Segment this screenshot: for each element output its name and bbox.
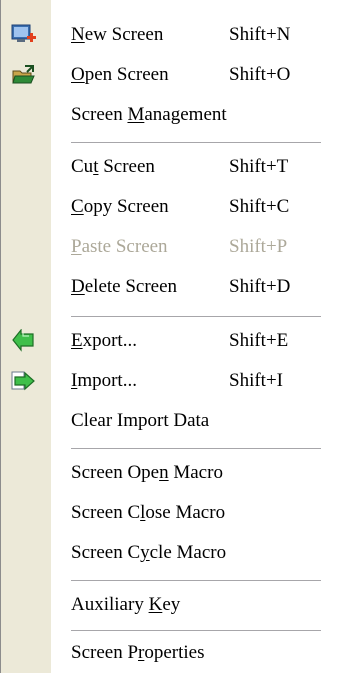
menu-separator <box>71 142 321 143</box>
menu-item-screen-close-macro[interactable]: Screen Close Macro <box>1 494 338 534</box>
menu-item-open-screen[interactable]: Open Screen Shift+O <box>1 56 338 96</box>
import-icon <box>11 371 35 391</box>
menu-item-shortcut: Shift+D <box>229 276 291 297</box>
menu-item-label: Import... <box>71 370 137 391</box>
menu-item-screen-cycle-macro[interactable]: Screen Cycle Macro <box>1 534 338 574</box>
menu-item-label: Delete Screen <box>71 276 178 297</box>
menu-item-export[interactable]: Export... Shift+E <box>1 322 338 362</box>
menu-item-screen-management[interactable]: Screen Management <box>1 96 338 136</box>
menu-item-shortcut: Shift+C <box>229 196 290 217</box>
menu-item-new-screen[interactable]: New Screen Shift+N <box>1 16 338 56</box>
menu-item-paste-screen: Paste Screen Shift+P <box>1 228 338 268</box>
menu-item-shortcut: Shift+N <box>229 24 291 45</box>
menu-item-delete-screen[interactable]: Delete Screen Shift+D <box>1 268 338 308</box>
open-screen-icon <box>12 65 35 84</box>
menu-item-shortcut: Shift+I <box>229 370 283 391</box>
menu-item-label: Screen Properties <box>71 642 205 663</box>
export-icon <box>12 329 34 352</box>
menu-item-label: Export... <box>71 330 137 351</box>
menu-item-label: New Screen <box>71 24 164 45</box>
menu-item-label: Screen Close Macro <box>71 502 226 523</box>
menu-separator <box>71 316 321 317</box>
menu-item-label: Copy Screen <box>71 196 169 217</box>
menu-item-screen-properties[interactable]: Screen Properties <box>1 634 338 674</box>
menu-separator <box>71 448 321 449</box>
menu-item-cut-screen[interactable]: Cut Screen Shift+T <box>1 148 338 188</box>
menu-item-screen-open-macro[interactable]: Screen Open Macro <box>1 454 338 494</box>
menu-item-label: Screen Cycle Macro <box>71 542 227 563</box>
menu-item-label: Cut Screen <box>71 156 155 177</box>
menu-separator <box>71 630 321 631</box>
new-screen-icon <box>11 24 36 42</box>
screen-context-menu: New Screen Shift+N Open Screen Shift+O S… <box>0 0 338 673</box>
menu-item-shortcut: Shift+O <box>229 64 291 85</box>
menu-item-label: Paste Screen <box>71 236 168 257</box>
menu-item-import[interactable]: Import... Shift+I <box>1 362 338 402</box>
menu-item-label: Screen Management <box>71 104 227 125</box>
menu-item-shortcut: Shift+P <box>229 236 288 257</box>
menu-item-label: Clear Import Data <box>71 410 210 431</box>
menu-item-shortcut: Shift+T <box>229 156 289 177</box>
menu-item-copy-screen[interactable]: Copy Screen Shift+C <box>1 188 338 228</box>
menu-item-auxiliary-key[interactable]: Auxiliary Key <box>1 586 338 626</box>
menu-item-shortcut: Shift+E <box>229 330 289 351</box>
menu-separator <box>71 580 321 581</box>
menu-item-label: Open Screen <box>71 64 169 85</box>
menu-item-label: Auxiliary Key <box>71 594 181 615</box>
menu-item-clear-import-data[interactable]: Clear Import Data <box>1 402 338 442</box>
menu-item-label: Screen Open Macro <box>71 462 223 483</box>
